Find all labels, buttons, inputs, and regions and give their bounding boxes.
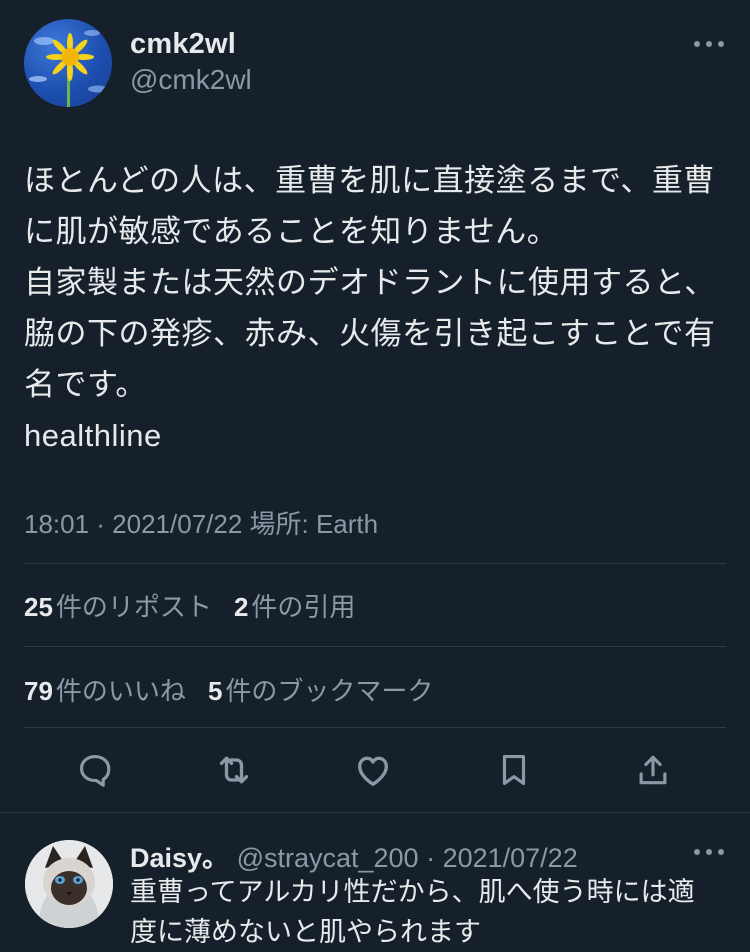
tweet-detail: cmk2wl @cmk2wl ほとんどの人は、重曹を肌に直接塗るまで、重曹 に肌… bbox=[0, 0, 750, 812]
user-avatar[interactable] bbox=[24, 19, 112, 107]
quotes-label: 件の引用 bbox=[251, 592, 356, 622]
reply-dot-separator: · bbox=[418, 843, 443, 873]
section-divider bbox=[0, 812, 750, 813]
divider bbox=[24, 646, 726, 647]
quotes-stat[interactable]: 2 件の引用 bbox=[234, 587, 355, 624]
bookmarks-count: 5 bbox=[207, 676, 223, 706]
reply-header: Daisy。 @straycat_200 · 2021/07/22 bbox=[130, 836, 578, 875]
bookmarks-label: 件のブックマーク bbox=[225, 676, 434, 706]
user-handle[interactable]: @cmk2wl bbox=[130, 64, 252, 96]
reposts-label: 件のリポスト bbox=[55, 592, 212, 622]
stats-row-likes: 79 件のいいね 5 件のブックマーク bbox=[24, 671, 433, 708]
tweet-text: ほとんどの人は、重曹を肌に直接塗るまで、重曹 に肌が敏感であることを知りません。… bbox=[24, 163, 716, 453]
bookmark-icon[interactable] bbox=[492, 748, 536, 792]
reply-icon[interactable] bbox=[73, 748, 117, 792]
dandelion-avatar-image bbox=[29, 30, 108, 107]
tweet-timestamp-location[interactable]: 18:01 · 2021/07/22 場所: Earth bbox=[24, 504, 378, 541]
share-icon[interactable] bbox=[631, 748, 675, 792]
reply-display-name[interactable]: Daisy。 bbox=[130, 843, 229, 873]
reply-handle[interactable]: @straycat_200 bbox=[237, 843, 419, 873]
action-bar bbox=[0, 748, 750, 796]
reply-avatar[interactable] bbox=[25, 840, 113, 928]
likes-stat[interactable]: 79 件のいいね bbox=[24, 671, 186, 708]
quotes-count: 2 bbox=[233, 592, 249, 622]
divider bbox=[24, 727, 726, 728]
stats-row-reposts: 25 件のリポスト 2 件の引用 bbox=[24, 587, 355, 624]
reply-date[interactable]: 2021/07/22 bbox=[443, 843, 578, 873]
like-heart-icon[interactable] bbox=[351, 748, 395, 792]
bookmarks-stat[interactable]: 5 件のブックマーク bbox=[208, 671, 433, 708]
likes-label: 件のいいね bbox=[55, 676, 186, 706]
repost-icon[interactable] bbox=[212, 748, 256, 792]
siamese-cat-avatar-image bbox=[25, 840, 113, 928]
reply-text: 重曹ってアルカリ性だから、肌へ使う時には適 度に薄めないと肌やられます bbox=[130, 877, 695, 947]
reposts-count: 25 bbox=[24, 592, 53, 622]
reposts-stat[interactable]: 25 件のリポスト bbox=[24, 587, 212, 624]
likes-count: 79 bbox=[24, 676, 53, 706]
divider bbox=[24, 563, 726, 564]
more-options-icon[interactable] bbox=[690, 32, 728, 56]
reply-more-options-icon[interactable] bbox=[690, 842, 728, 862]
display-name[interactable]: cmk2wl bbox=[130, 28, 236, 61]
